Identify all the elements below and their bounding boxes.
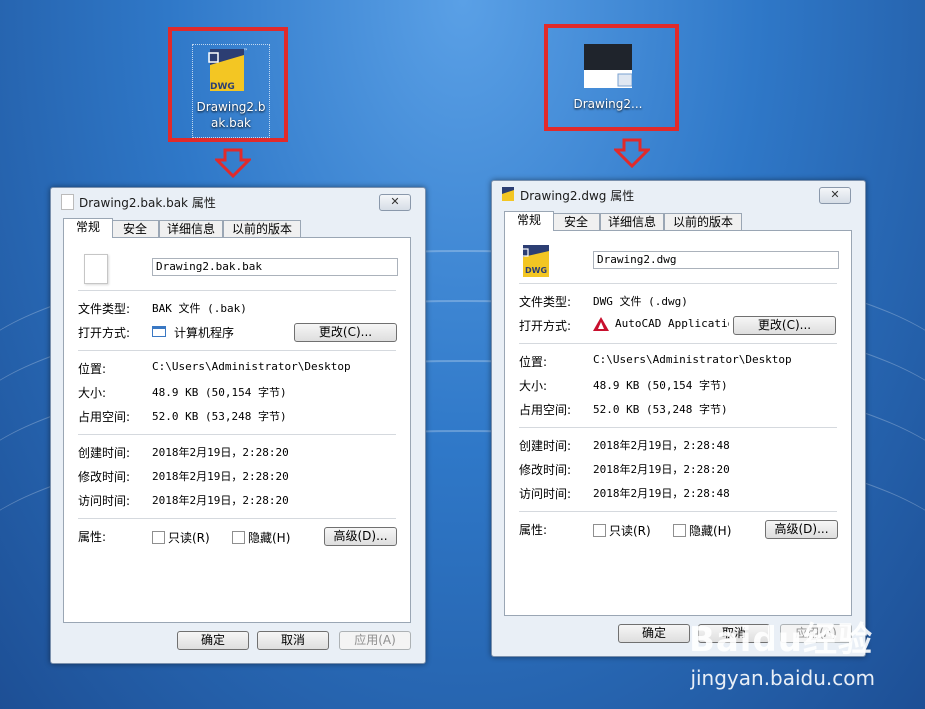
modified-value: 2018年2月19日，2:28:20: [152, 470, 289, 483]
divider: [78, 350, 396, 351]
divider: [519, 511, 837, 512]
general-panel: DWG Drawing2.dwg 文件类型: DWG 文件 (.dwg) 打开方…: [504, 230, 852, 616]
dialog-title: Drawing2.bak.bak 属性: [79, 196, 216, 210]
accessed-label: 访问时间:: [519, 487, 572, 501]
down-arrow-icon: [215, 148, 251, 178]
modified-label: 修改时间:: [78, 470, 131, 484]
open-with-label: 打开方式:: [78, 326, 131, 340]
file-type-label: 文件类型:: [519, 295, 572, 309]
change-button[interactable]: 更改(C)...: [294, 323, 397, 342]
modified-label: 修改时间:: [519, 463, 572, 477]
location-value: C:\Users\Administrator\Desktop: [593, 353, 792, 366]
disk-size-value: 52.0 KB (53,248 字节): [593, 403, 728, 416]
change-button[interactable]: 更改(C)...: [733, 316, 836, 335]
readonly-checkbox[interactable]: [593, 524, 606, 537]
size-value: 48.9 KB (50,154 字节): [152, 386, 287, 399]
size-value: 48.9 KB (50,154 字节): [593, 379, 728, 392]
tab-general[interactable]: 常规: [63, 218, 113, 238]
blank-file-icon: [84, 254, 108, 284]
hidden-checkbox[interactable]: [673, 524, 686, 537]
dwg-properties-dialog: Drawing2.dwg 属性 ✕ 常规 安全 详细信息 以前的版本 DWG D…: [491, 180, 866, 657]
bak-properties-dialog: Drawing2.bak.bak 属性 ✕ 常规 安全 详细信息 以前的版本 D…: [50, 187, 426, 664]
created-label: 创建时间:: [78, 446, 131, 460]
divider: [78, 434, 396, 435]
dwg-file-icon: [502, 187, 514, 201]
ok-button[interactable]: 确定: [177, 631, 249, 650]
disk-size-label: 占用空间:: [519, 403, 572, 417]
open-with-label: 打开方式:: [519, 319, 572, 333]
divider: [78, 290, 396, 291]
down-arrow-icon: [614, 138, 650, 168]
hidden-label: 隐藏(H): [689, 524, 732, 538]
tab-details[interactable]: 详细信息: [600, 213, 664, 230]
svg-text:DWG: DWG: [525, 266, 547, 275]
accessed-value: 2018年2月19日，2:28:20: [152, 494, 289, 507]
program-window-icon: [152, 326, 166, 337]
general-panel: Drawing2.bak.bak 文件类型: BAK 文件 (.bak) 打开方…: [63, 237, 411, 623]
size-label: 大小:: [519, 379, 548, 393]
tab-general[interactable]: 常规: [504, 211, 554, 231]
filename-field[interactable]: Drawing2.dwg: [593, 251, 839, 269]
close-button[interactable]: ✕: [379, 194, 411, 211]
highlight-box: [168, 27, 288, 142]
baidu-watermark: Baidu经验: [688, 620, 873, 660]
hidden-checkbox[interactable]: [232, 531, 245, 544]
dialog-title: Drawing2.dwg 属性: [520, 189, 635, 203]
baidu-watermark-url: jingyan.baidu.com: [690, 666, 875, 690]
file-type-value: DWG 文件 (.dwg): [593, 295, 688, 308]
attributes-label: 属性:: [78, 530, 107, 544]
readonly-label: 只读(R): [609, 524, 651, 538]
tab-previous-versions[interactable]: 以前的版本: [223, 220, 301, 237]
file-type-value: BAK 文件 (.bak): [152, 302, 247, 315]
attributes-label: 属性:: [519, 523, 548, 537]
blank-file-icon: [61, 194, 74, 210]
open-with-value: AutoCAD Applicatior: [615, 317, 729, 330]
accessed-label: 访问时间:: [78, 494, 131, 508]
created-label: 创建时间:: [519, 439, 572, 453]
cancel-button[interactable]: 取消: [257, 631, 329, 650]
apply-button[interactable]: 应用(A): [339, 631, 411, 650]
close-button[interactable]: ✕: [819, 187, 851, 204]
divider: [519, 343, 837, 344]
advanced-button[interactable]: 高级(D)...: [324, 527, 397, 546]
tab-security[interactable]: 安全: [111, 220, 159, 237]
title-bar[interactable]: Drawing2.bak.bak 属性 ✕: [51, 188, 425, 214]
tab-details[interactable]: 详细信息: [159, 220, 223, 237]
filename-field[interactable]: Drawing2.bak.bak: [152, 258, 398, 276]
dwg-file-icon: DWG: [521, 245, 549, 277]
advanced-button[interactable]: 高级(D)...: [765, 520, 838, 539]
autocad-logo-icon: [593, 317, 609, 331]
disk-size-label: 占用空间:: [78, 410, 131, 424]
location-value: C:\Users\Administrator\Desktop: [152, 360, 351, 373]
open-with-value: 计算机程序: [174, 326, 235, 340]
readonly-checkbox[interactable]: [152, 531, 165, 544]
divider: [519, 427, 837, 428]
title-bar[interactable]: Drawing2.dwg 属性 ✕: [492, 181, 865, 207]
tab-previous-versions[interactable]: 以前的版本: [664, 213, 742, 230]
location-label: 位置:: [78, 362, 107, 376]
highlight-box: [544, 24, 679, 131]
location-label: 位置:: [519, 355, 548, 369]
created-value: 2018年2月19日，2:28:20: [152, 446, 289, 459]
ok-button[interactable]: 确定: [618, 624, 690, 643]
accessed-value: 2018年2月19日，2:28:48: [593, 487, 730, 500]
size-label: 大小:: [78, 386, 107, 400]
hidden-label: 隐藏(H): [248, 531, 291, 545]
file-type-label: 文件类型:: [78, 302, 131, 316]
modified-value: 2018年2月19日，2:28:20: [593, 463, 730, 476]
tab-security[interactable]: 安全: [552, 213, 600, 230]
divider: [78, 518, 396, 519]
divider: [519, 283, 837, 284]
disk-size-value: 52.0 KB (53,248 字节): [152, 410, 287, 423]
readonly-label: 只读(R): [168, 531, 210, 545]
created-value: 2018年2月19日，2:28:48: [593, 439, 730, 452]
